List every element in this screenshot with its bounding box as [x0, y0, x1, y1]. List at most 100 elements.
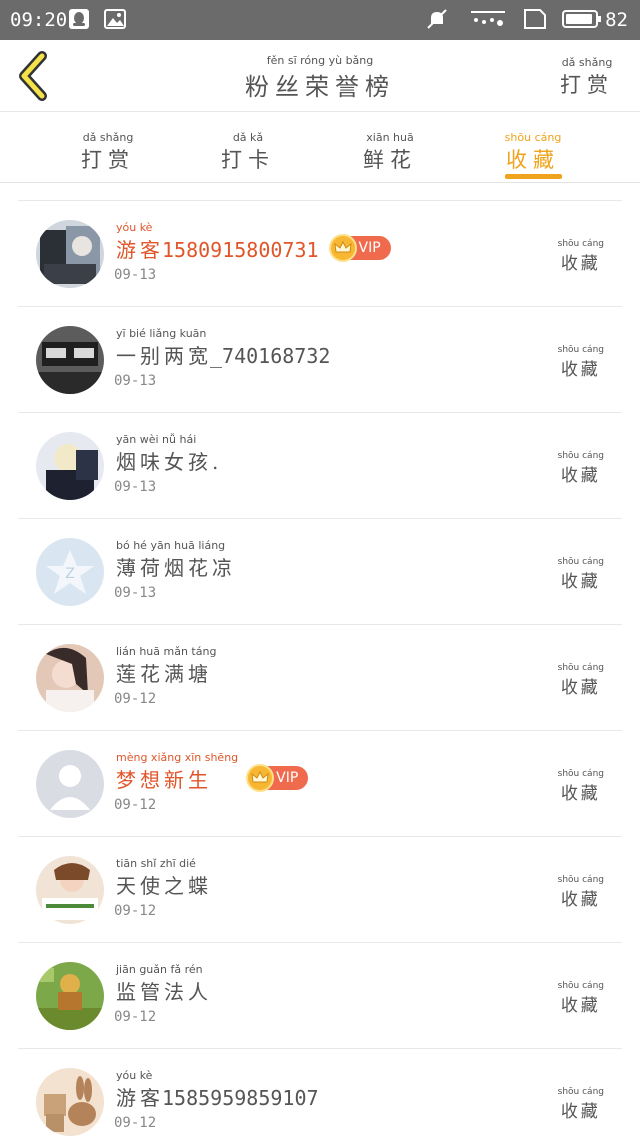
bluetooth-icon: [471, 11, 505, 26]
fan-name-pinyin: jiān guǎn fǎ rén: [116, 963, 203, 976]
favorite-label-text: 收藏: [560, 996, 601, 1016]
fan-name: 一别两宽: [116, 344, 212, 368]
list-item[interactable]: jiān guǎn fǎ rén 监管法人 09-12 shōu cáng 收藏: [18, 943, 622, 1049]
status-time: 09:20: [10, 9, 68, 31]
fan-date: 09-12: [114, 797, 157, 813]
avatar[interactable]: Z: [36, 538, 104, 606]
tab-label: 打卡: [221, 148, 275, 172]
fan-name-pinyin: lián huā mǎn táng: [116, 645, 217, 658]
active-tab-indicator: [505, 174, 562, 179]
crown-icon: [246, 764, 275, 792]
favorite-label: shōu cáng 收藏: [558, 451, 604, 486]
fan-name-suffix: 15809158007З1: [162, 238, 319, 262]
fan-name: 监管法人: [116, 980, 212, 1004]
list-item[interactable]: mèng xiǎng xīn shēng 梦想新生 VIP 09-12 shōu…: [18, 731, 622, 837]
sim-icon: [524, 9, 546, 29]
fan-list: yóu kè 游客 15809158007З1 VIP 09-13 shōu c…: [18, 200, 622, 1138]
favorite-label-pinyin: shōu cáng: [557, 1087, 604, 1097]
status-bar: 09:20 82: [0, 0, 640, 40]
qq-icon: [69, 9, 89, 29]
fan-name: 莲花满塘: [116, 662, 212, 686]
tab-flowers[interactable]: xiān huā 鲜花: [330, 113, 450, 183]
avatar[interactable]: [36, 856, 104, 924]
fan-name-line: jiān guǎn fǎ rén 监管法人: [116, 963, 210, 1005]
vip-badge: VIP: [246, 764, 309, 792]
favorite-label-text: 收藏: [560, 1102, 601, 1122]
favorite-label-pinyin: shōu cáng: [557, 345, 604, 355]
reward-header-button[interactable]: dǎ shǎng 打赏: [560, 40, 614, 99]
avatar-image: [36, 432, 104, 500]
tab-pinyin: shōu cáng: [504, 131, 562, 144]
list-item[interactable]: yān wèi nǚ hái 烟味女孩. 09-13 shōu cáng 收藏: [18, 413, 622, 519]
list-item[interactable]: Z bó hé yān huā liáng 薄荷烟花凉 09-13 shōu c…: [18, 519, 622, 625]
avatar-image: [36, 1068, 104, 1136]
tab-reward[interactable]: dǎ shǎng 打赏: [48, 113, 168, 183]
avatar[interactable]: [36, 1068, 104, 1136]
favorite-label-text: 收藏: [560, 254, 601, 274]
favorite-label-text: 收藏: [560, 572, 601, 592]
list-item[interactable]: yóu kè 游客 15809158007З1 VIP 09-13 shōu c…: [18, 201, 622, 307]
favorite-label-text: 收藏: [560, 360, 601, 380]
vip-badge: VIP: [328, 234, 391, 262]
tab-pinyin: dǎ shǎng: [82, 131, 134, 144]
fan-name: 薄荷烟花凉: [116, 556, 236, 580]
reward-button-label: 打赏: [560, 73, 614, 97]
page-title-pinyin: fěn sī róng yù bǎng: [266, 54, 374, 67]
battery-icon: [562, 10, 601, 28]
crown-icon: [328, 234, 357, 262]
tab-label: 打赏: [81, 148, 135, 172]
list-item[interactable]: yóu kè 游客 1585959859107 09-12 shōu cáng …: [18, 1049, 622, 1138]
tab-label: 收藏: [506, 148, 560, 172]
favorite-label: shōu cáng 收藏: [558, 239, 604, 274]
fan-name-pinyin: mèng xiǎng xīn shēng: [116, 751, 239, 764]
fan-date: 09-12: [114, 1115, 157, 1131]
favorite-label-pinyin: shōu cáng: [557, 451, 604, 461]
list-item[interactable]: tiān shǐ zhī dié 天使之蝶 09-12 shōu cáng 收藏: [18, 837, 622, 943]
avatar[interactable]: [36, 326, 104, 394]
avatar[interactable]: [36, 220, 104, 288]
favorite-label-text: 收藏: [560, 890, 601, 910]
fan-name: 游客: [116, 1086, 164, 1110]
fan-name-line: yān wèi nǚ hái 烟味女孩.: [116, 433, 220, 475]
svg-text:Z: Z: [65, 566, 75, 582]
favorite-label: shōu cáng 收藏: [558, 345, 604, 380]
fan-name-pinyin: yī bié liǎng kuān: [116, 327, 207, 340]
list-item[interactable]: yī bié liǎng kuān 一别两宽 _740168732 09-13 …: [18, 307, 622, 413]
tab-favorites[interactable]: shōu cáng 收藏: [473, 113, 593, 183]
avatar-image: [36, 750, 104, 818]
page-title-text: 粉丝荣誉榜: [245, 73, 395, 101]
fan-name-suffix: _740168732: [210, 344, 331, 368]
avatar-image: [36, 962, 104, 1030]
avatar[interactable]: [36, 644, 104, 712]
avatar-image: [36, 644, 104, 712]
image-icon: [104, 9, 126, 29]
favorite-label: shōu cáng 收藏: [558, 663, 604, 698]
tab-bar: dǎ shǎng 打赏 dǎ kǎ 打卡 xiān huā 鲜花 shōu cá…: [0, 113, 640, 183]
favorite-label-pinyin: shōu cáng: [557, 239, 604, 249]
favorite-label: shōu cáng 收藏: [558, 981, 604, 1016]
avatar-image: [36, 856, 104, 924]
fan-name: 天使之蝶: [116, 874, 212, 898]
favorite-label-pinyin: shōu cáng: [557, 875, 604, 885]
tab-label: 鲜花: [363, 148, 417, 172]
list-item[interactable]: lián huā mǎn táng 莲花满塘 09-12 shōu cáng 收…: [18, 625, 622, 731]
avatar[interactable]: [36, 962, 104, 1030]
reward-button-pinyin: dǎ shǎng: [561, 56, 613, 69]
tab-checkin[interactable]: dǎ kǎ 打卡: [188, 113, 308, 183]
vip-label: VIP: [276, 770, 299, 786]
favorite-label-text: 收藏: [560, 784, 601, 804]
avatar[interactable]: [36, 750, 104, 818]
mute-icon: [427, 9, 447, 29]
fan-name-line: bó hé yān huā liáng 薄荷烟花凉: [116, 539, 234, 581]
avatar[interactable]: [36, 432, 104, 500]
fan-name-line: lián huā mǎn táng 莲花满塘: [116, 645, 217, 687]
fan-name-pinyin: bó hé yān huā liáng: [116, 539, 226, 552]
favorite-label-text: 收藏: [560, 678, 601, 698]
fan-date: 09-13: [114, 267, 157, 283]
fan-name: 梦想新生: [116, 768, 212, 792]
fan-name-line: tiān shǐ zhī dié 天使之蝶: [116, 857, 210, 899]
fan-date: 09-13: [114, 585, 157, 601]
fan-date: 09-13: [114, 373, 157, 389]
battery-percent: 82: [605, 9, 628, 31]
favorite-label-pinyin: shōu cáng: [557, 663, 604, 673]
